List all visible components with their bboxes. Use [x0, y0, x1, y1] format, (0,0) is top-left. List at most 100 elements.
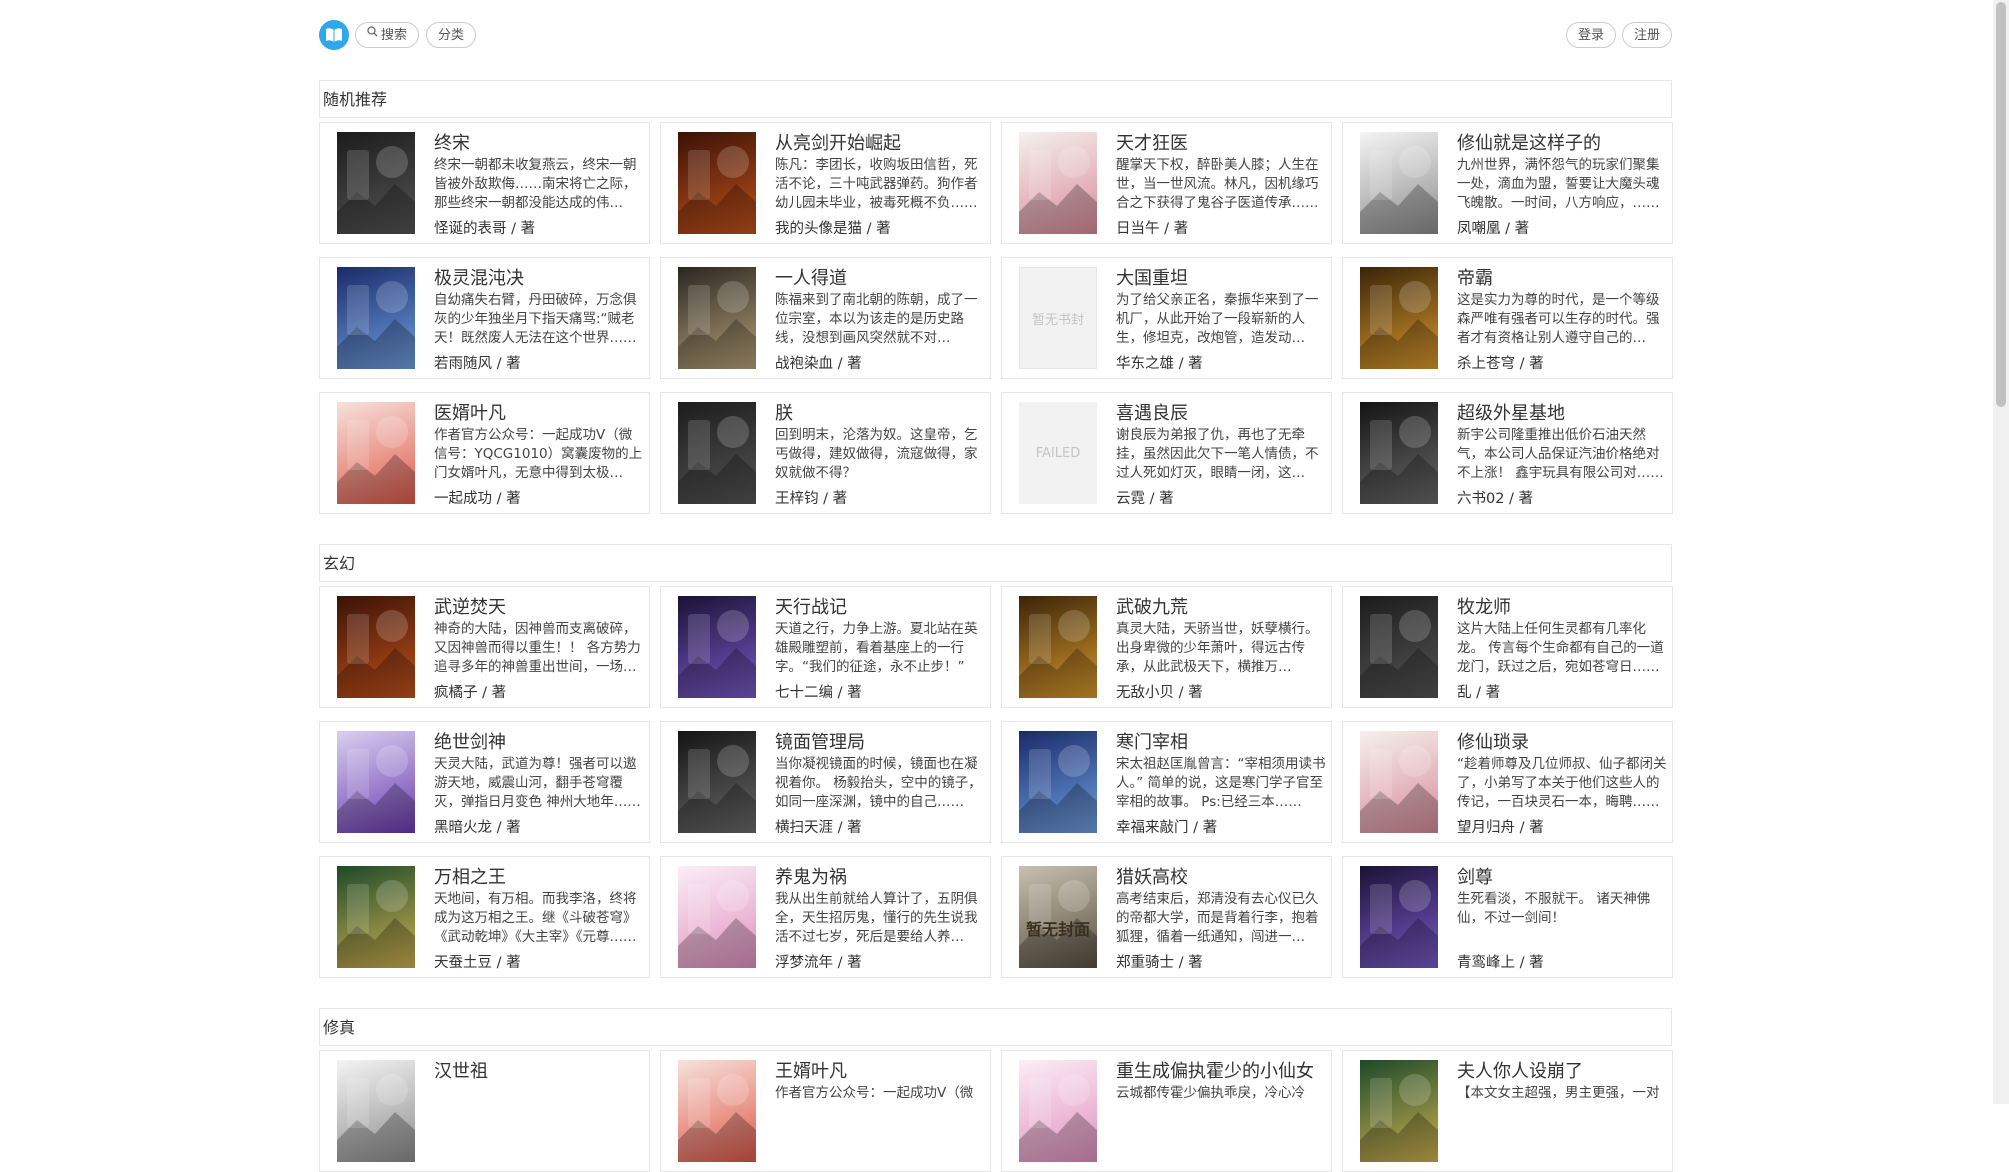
login-button[interactable]: 登录: [1565, 22, 1616, 48]
book-title[interactable]: 猎妖高校: [1116, 863, 1326, 889]
book-cover[interactable]: [1019, 731, 1097, 833]
book-author[interactable]: 疯橘子 / 著: [434, 681, 644, 702]
book-card[interactable]: 终宋 终宋一朝都未收复燕云，终宋一朝皆被外敌欺侮……南宋将亡之际，那些终宋一朝都没…: [319, 122, 650, 244]
book-title[interactable]: 超级外星基地: [1457, 399, 1667, 425]
book-title[interactable]: 修仙琐录: [1457, 728, 1667, 754]
book-title[interactable]: 极灵混沌决: [434, 264, 644, 290]
book-cover[interactable]: [337, 596, 415, 698]
book-author[interactable]: 战袍染血 / 著: [775, 352, 985, 373]
book-author[interactable]: 无敌小贝 / 著: [1116, 681, 1326, 702]
book-card[interactable]: 养鬼为祸 我从出生前就给人算计了，五阴俱全，天生招厉鬼，懂行的先生说我活不过七岁，…: [660, 856, 991, 978]
book-title[interactable]: 剑尊: [1457, 863, 1667, 889]
book-title[interactable]: 寒门宰相: [1116, 728, 1326, 754]
book-author[interactable]: 我的头像是猫 / 著: [775, 217, 985, 238]
book-card[interactable]: 剑尊 生死看淡，不服就干。 诸天神佛仙，不过一剑间！ 青鸾峰上 / 著: [1342, 856, 1673, 978]
book-card[interactable]: 镜面管理局 当你凝视镜面的时候，镜面也在凝视着你。 杨毅抬头，空中的镜子，如同一座…: [660, 721, 991, 843]
book-cover[interactable]: [678, 267, 756, 369]
book-cover[interactable]: [1360, 731, 1438, 833]
book-card[interactable]: 修仙就是这样子的 九州世界，满怀怨气的玩家们聚集一处，滴血为盟，誓要让大魔头魂飞魄…: [1342, 122, 1673, 244]
book-cover[interactable]: [678, 402, 756, 504]
book-card[interactable]: 夫人你人设崩了 【本文女主超强，男主更强，一对: [1342, 1050, 1673, 1172]
book-cover[interactable]: [337, 866, 415, 968]
book-title[interactable]: 绝世剑神: [434, 728, 644, 754]
book-card[interactable]: 武逆焚天 神奇的大陆，因神兽而支离破碎，又因神兽而得以重生！！ 各方势力追寻多年的…: [319, 586, 650, 708]
book-title[interactable]: 汉世祖: [434, 1057, 644, 1083]
book-card[interactable]: 朕回到明末，沦落为奴。这皇帝，乞丐做得，建奴做得，流寇做得，家奴就做不得？ 王梓钧…: [660, 392, 991, 514]
book-card[interactable]: 武破九荒 真灵大陆，天骄当世，妖孽横行。出身卑微的少年萧叶，得远古传承，从此武极天…: [1001, 586, 1332, 708]
book-author[interactable]: 一起成功 / 著: [434, 487, 644, 508]
book-cover[interactable]: [1019, 1060, 1097, 1162]
category-button[interactable]: 分类: [426, 22, 477, 48]
book-card[interactable]: 医婿叶凡 作者官方公众号：一起成功V（微信号：YQCG1010）窝囊废物的上门女婿…: [319, 392, 650, 514]
book-title[interactable]: 天才狂医: [1116, 129, 1326, 155]
book-title[interactable]: 朕: [775, 399, 985, 425]
book-author[interactable]: 华东之雄 / 著: [1116, 352, 1326, 373]
register-button[interactable]: 注册: [1621, 22, 1672, 48]
book-title[interactable]: 武破九荒: [1116, 593, 1326, 619]
book-title[interactable]: 大国重坦: [1116, 264, 1326, 290]
book-cover[interactable]: [337, 402, 415, 504]
book-cover[interactable]: [678, 866, 756, 968]
book-card[interactable]: 超级外星基地 新宇公司隆重推出低价石油天然气，本公司人品保证汽油价格绝对不上涨！ …: [1342, 392, 1673, 514]
book-title[interactable]: 武逆焚天: [434, 593, 644, 619]
book-author[interactable]: 杀上苍穹 / 著: [1457, 352, 1667, 373]
book-title[interactable]: 重生成偏执霍少的小仙女: [1116, 1057, 1326, 1083]
book-cover[interactable]: [1019, 132, 1097, 234]
book-cover[interactable]: 暂无封面: [1019, 866, 1097, 968]
book-card[interactable]: 万相之王 天地间，有万相。而我李洛，终将成为这万相之王。继《斗破苍穹》《武动乾坤》…: [319, 856, 650, 978]
book-author[interactable]: 七十二编 / 著: [775, 681, 985, 702]
book-cover[interactable]: [337, 1060, 415, 1162]
book-card[interactable]: 一人得道 陈福来到了南北朝的陈朝，成了一位宗室，本以为该走的是历史路线，没想到画风…: [660, 257, 991, 379]
book-card[interactable]: 暂无书封 大国重坦 为了给父亲正名，秦振华来到了一机厂，从此开始了一段崭新的人生，修…: [1001, 257, 1332, 379]
book-author[interactable]: 望月归舟 / 著: [1457, 816, 1667, 837]
book-cover[interactable]: [1360, 596, 1438, 698]
book-cover-failed[interactable]: FAILED: [1019, 402, 1097, 504]
book-cover[interactable]: [678, 1060, 756, 1162]
scrollbar-thumb[interactable]: [1996, 2, 2006, 407]
book-title[interactable]: 喜遇良辰: [1116, 399, 1326, 425]
book-author[interactable]: 郑重骑士 / 著: [1116, 951, 1326, 972]
book-author[interactable]: 凤嘲凰 / 著: [1457, 217, 1667, 238]
book-card[interactable]: 天行战记 天道之行，力争上游。夏北站在英雄殿雕塑前，看着基座上的一行字。“我们的征…: [660, 586, 991, 708]
book-card[interactable]: 寒门宰相 宋太祖赵匡胤曾言：“宰相须用读书人。” 简单的说，这是寒门学子官至宰相的…: [1001, 721, 1332, 843]
book-cover[interactable]: [1360, 1060, 1438, 1162]
book-title[interactable]: 一人得道: [775, 264, 985, 290]
book-author[interactable]: 黑暗火龙 / 著: [434, 816, 644, 837]
book-cover[interactable]: [337, 731, 415, 833]
book-card[interactable]: 天才狂医 醒掌天下权，醉卧美人膝；人生在世，当一世风流。林凡，因机缘巧合之下获得了…: [1001, 122, 1332, 244]
book-author[interactable]: 日当午 / 著: [1116, 217, 1326, 238]
book-card[interactable]: 王婿叶凡 作者官方公众号：一起成功V（微: [660, 1050, 991, 1172]
book-cover-placeholder[interactable]: 暂无书封: [1019, 267, 1097, 369]
book-author[interactable]: 云霓 / 著: [1116, 487, 1326, 508]
scrollbar[interactable]: [1993, 0, 2009, 1104]
book-title[interactable]: 修仙就是这样子的: [1457, 129, 1667, 155]
book-title[interactable]: 帝霸: [1457, 264, 1667, 290]
book-cover[interactable]: [1360, 402, 1438, 504]
book-title[interactable]: 万相之王: [434, 863, 644, 889]
book-cover[interactable]: [678, 731, 756, 833]
book-author[interactable]: 怪诞的表哥 / 著: [434, 217, 644, 238]
book-cover[interactable]: [337, 267, 415, 369]
book-title[interactable]: 镜面管理局: [775, 728, 985, 754]
book-title[interactable]: 从亮剑开始崛起: [775, 129, 985, 155]
book-card[interactable]: 从亮剑开始崛起 陈凡：李团长，收购坂田信哲，死活不论，三十吨武器弹药。狗作者幼儿园…: [660, 122, 991, 244]
book-title[interactable]: 终宋: [434, 129, 644, 155]
book-card[interactable]: 帝霸 这是实力为尊的时代，是一个等级森严唯有强者可以生存的时代。强者才有资格让别人…: [1342, 257, 1673, 379]
book-card[interactable]: 绝世剑神 天灵大陆，武道为尊！强者可以遨游天地，威震山河，翻手苍穹覆灭，弹指日月变…: [319, 721, 650, 843]
book-card[interactable]: 汉世祖: [319, 1050, 650, 1172]
book-card[interactable]: FAILED 喜遇良辰 谢良辰为弟报了仇，再也了无牵挂，虽然因此欠下一笔人情债，不过…: [1001, 392, 1332, 514]
book-cover[interactable]: [1360, 866, 1438, 968]
book-title[interactable]: 王婿叶凡: [775, 1057, 985, 1083]
book-author[interactable]: 六书02 / 著: [1457, 487, 1667, 508]
book-cover[interactable]: [1360, 132, 1438, 234]
book-cover[interactable]: [678, 132, 756, 234]
book-card[interactable]: 极灵混沌决 自幼痛失右臂，丹田破碎，万念俱灰的少年独坐月下指天痛骂:“贼老天！既然…: [319, 257, 650, 379]
book-title[interactable]: 养鬼为祸: [775, 863, 985, 889]
book-cover[interactable]: [1019, 596, 1097, 698]
book-card[interactable]: 牧龙师 这片大陆上任何生灵都有几率化龙。 传言每个生命都有自己的一道龙门，跃过之后…: [1342, 586, 1673, 708]
book-title[interactable]: 天行战记: [775, 593, 985, 619]
book-cover[interactable]: [337, 132, 415, 234]
book-author[interactable]: 乱 / 著: [1457, 681, 1667, 702]
book-cover[interactable]: [1360, 267, 1438, 369]
book-author[interactable]: 若雨随风 / 著: [434, 352, 644, 373]
